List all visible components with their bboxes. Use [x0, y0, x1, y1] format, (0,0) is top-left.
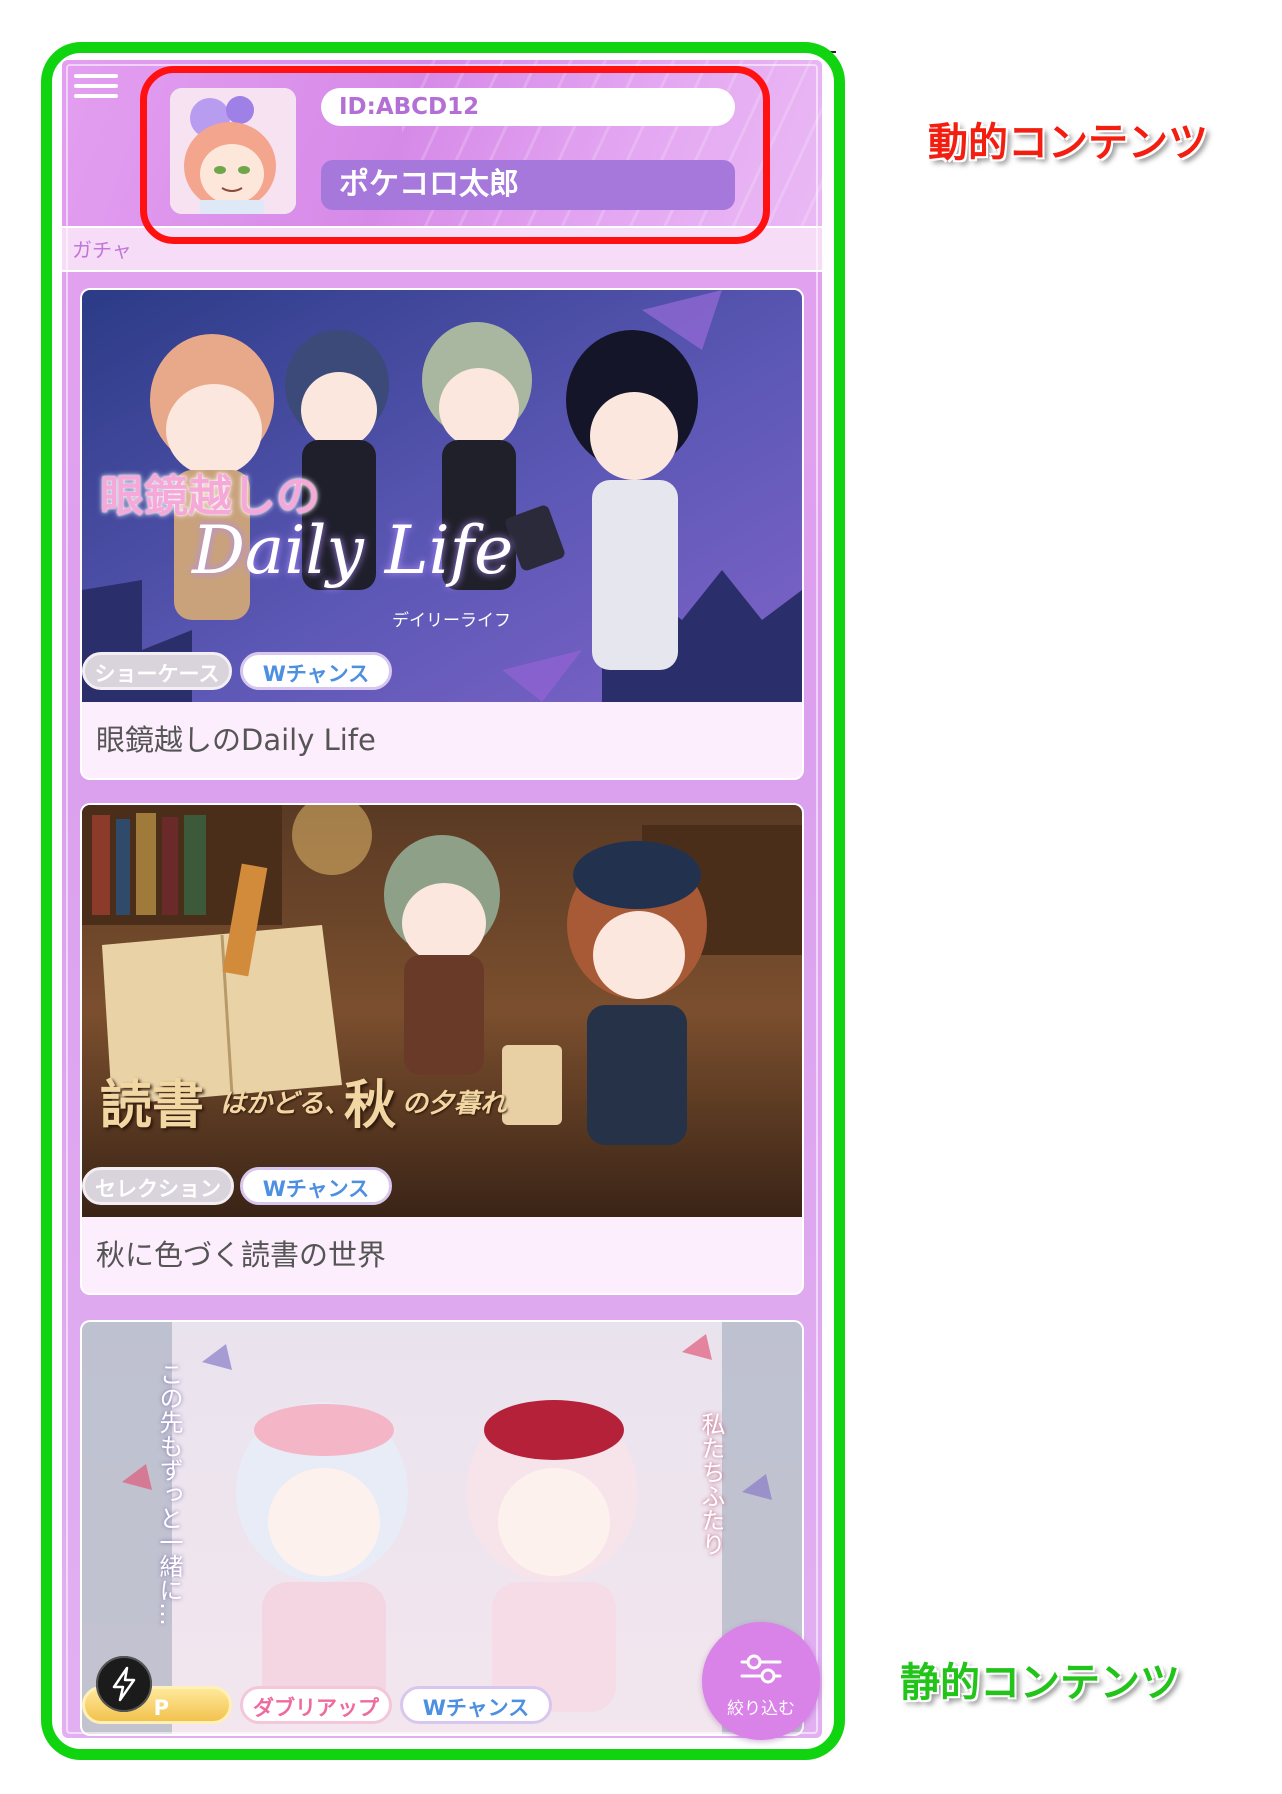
hamburger-menu-icon[interactable]	[74, 68, 118, 108]
section-label: ガチャ	[72, 238, 132, 262]
gacha-banner[interactable]: この先もずっと一緒に… 私たちふたり P ダブリアップ Wチャンス	[82, 1322, 802, 1734]
gacha-card[interactable]: この先もずっと一緒に… 私たちふたり P ダブリアップ Wチャンス	[82, 1322, 802, 1734]
bolt-icon[interactable]	[96, 1656, 152, 1712]
dynamic-content-label: 動的コンテンツ	[928, 120, 1208, 166]
tag-w-chance[interactable]: Wチャンス	[240, 652, 392, 690]
banner-heading-mid: はかどる、	[220, 1089, 351, 1119]
banner-heading-tail: の夕暮れ	[402, 1089, 507, 1119]
filter-button[interactable]: 絞り込む	[702, 1622, 820, 1740]
tag-selection[interactable]: セレクション	[82, 1167, 234, 1205]
filter-button-label: 絞り込む	[727, 1699, 795, 1719]
banner-heading: 読書	[100, 1075, 205, 1136]
card-title: 秋に色づく読書の世界	[82, 1217, 802, 1293]
filter-sliders-icon	[740, 1654, 782, 1684]
banner-heading-2: 秋	[344, 1075, 397, 1136]
banner-vertical-text-left: この先もずっと一緒に…	[155, 1362, 183, 1626]
tag-dabuli-up[interactable]: ダブリアップ	[240, 1686, 392, 1724]
gacha-card[interactable]: 読書 はかどる、 秋 の夕暮れ セレクション Wチャンス 秋に色づく読書の世界	[82, 805, 802, 1293]
tag-w-chance[interactable]: Wチャンス	[240, 1167, 392, 1205]
banner-vertical-text-right: 私たちふたり	[697, 1412, 725, 1556]
dynamic-content-outline	[140, 66, 770, 244]
gacha-card[interactable]: 眼鏡越しの Daily Life デイリーライフ ショーケース Wチャンス 眼鏡…	[82, 290, 802, 778]
tag-w-chance[interactable]: Wチャンス	[400, 1686, 552, 1724]
card-title: 眼鏡越しのDaily Life	[82, 702, 802, 778]
banner-script-title: Daily Life	[192, 512, 514, 589]
tag-showcase[interactable]: ショーケース	[82, 652, 232, 690]
app-screen: ID:ABCD12 ポケコロ太郎 ガチャ 眼鏡越しの Daily Life デイ…	[62, 60, 822, 1738]
static-content-label: 静的コンテンツ	[900, 1660, 1180, 1706]
gacha-banner[interactable]: 読書 はかどる、 秋 の夕暮れ セレクション Wチャンス	[82, 805, 802, 1217]
banner-subtitle: デイリーライフ	[392, 611, 511, 631]
gacha-banner[interactable]: 眼鏡越しの Daily Life デイリーライフ ショーケース Wチャンス	[82, 290, 802, 702]
